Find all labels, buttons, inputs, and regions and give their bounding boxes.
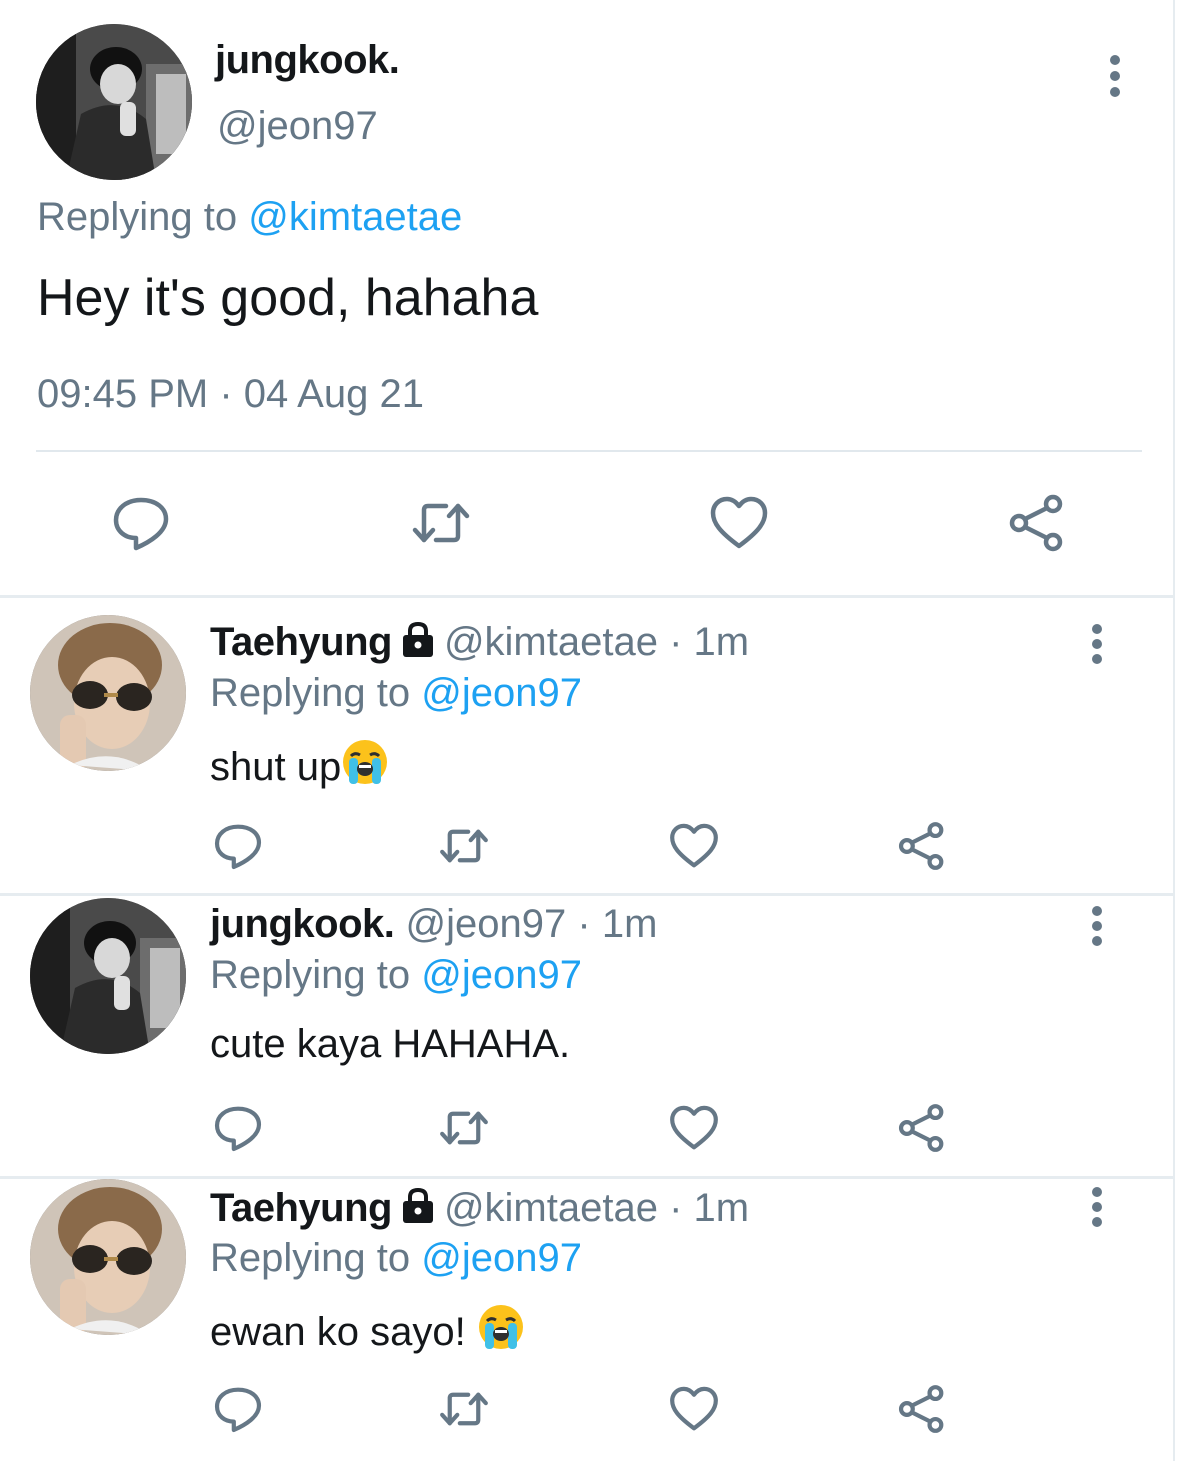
tweet-text: ewan ko sayo! bbox=[210, 1310, 477, 1354]
divider bbox=[36, 450, 1142, 452]
replying-to-mention[interactable]: @jeon97 bbox=[421, 671, 582, 715]
separator-dot: · bbox=[669, 620, 683, 664]
replying-to-mention[interactable]: @kimtaetae bbox=[248, 195, 462, 239]
reply-time[interactable]: 1m bbox=[694, 620, 750, 664]
display-name[interactable]: Taehyung bbox=[210, 620, 392, 664]
like-icon[interactable] bbox=[708, 492, 770, 554]
like-icon[interactable] bbox=[668, 820, 720, 872]
main-tweet: jungkook. @jeon97 Replying to @kimtaetae… bbox=[0, 0, 1179, 596]
share-icon[interactable] bbox=[896, 1383, 948, 1435]
reply-time[interactable]: 1m bbox=[602, 902, 658, 946]
more-options-icon[interactable] bbox=[1082, 904, 1112, 948]
reply-header: Taehyung @kimtaetae · 1m bbox=[210, 1186, 749, 1231]
reply-tweet[interactable]: Taehyung @kimtaetae · 1m Replying to @jeo… bbox=[0, 598, 1175, 893]
replying-to-prefix: Replying to bbox=[210, 671, 411, 715]
retweet-icon[interactable] bbox=[438, 1383, 490, 1435]
retweet-icon[interactable] bbox=[438, 1102, 490, 1154]
user-handle[interactable]: @jeon97 bbox=[406, 902, 567, 946]
display-name[interactable]: Taehyung bbox=[210, 1186, 392, 1230]
user-handle[interactable]: @jeon97 bbox=[217, 104, 378, 149]
tweet-text: Hey it's good, hahaha bbox=[37, 269, 539, 327]
avatar[interactable] bbox=[30, 898, 186, 1054]
reply-tweet[interactable]: jungkook. @jeon97 · 1m Replying to @jeon… bbox=[0, 896, 1175, 1176]
loudly-crying-face-icon bbox=[477, 1303, 525, 1351]
retweet-icon[interactable] bbox=[438, 820, 490, 872]
replying-to-mention[interactable]: @jeon97 bbox=[421, 953, 582, 997]
like-icon[interactable] bbox=[668, 1102, 720, 1154]
separator-dot: · bbox=[669, 1186, 683, 1230]
display-name[interactable]: jungkook. bbox=[215, 38, 400, 83]
tweet-timestamp[interactable]: 09:45 PM · 04 Aug 21 bbox=[37, 372, 424, 417]
display-name[interactable]: jungkook. bbox=[210, 902, 395, 946]
reply-icon[interactable] bbox=[212, 1102, 264, 1154]
retweet-icon[interactable] bbox=[410, 492, 472, 554]
lock-icon bbox=[398, 621, 438, 657]
tweet-text-container: ewan ko sayo! bbox=[210, 1303, 525, 1355]
tweet-text: cute kaya HAHAHA. bbox=[210, 1022, 571, 1066]
reply-header: jungkook. @jeon97 · 1m bbox=[210, 902, 657, 947]
reply-tweet[interactable]: Taehyung @kimtaetae · 1m Replying to @jeo… bbox=[0, 1179, 1175, 1461]
user-handle[interactable]: @kimtaetae bbox=[444, 1186, 658, 1230]
more-options-icon[interactable] bbox=[1098, 52, 1132, 100]
replying-to: Replying to @jeon97 bbox=[210, 671, 582, 716]
lock-icon bbox=[398, 1187, 438, 1223]
reply-icon[interactable] bbox=[212, 1383, 264, 1435]
replying-to-prefix: Replying to bbox=[37, 195, 238, 239]
tweet-text: shut up bbox=[210, 745, 342, 789]
replying-to: Replying to @kimtaetae bbox=[37, 195, 462, 240]
reply-icon[interactable] bbox=[110, 492, 172, 554]
reply-icon[interactable] bbox=[212, 820, 264, 872]
avatar[interactable] bbox=[30, 1179, 186, 1335]
avatar[interactable] bbox=[36, 24, 192, 180]
like-icon[interactable] bbox=[668, 1383, 720, 1435]
share-icon[interactable] bbox=[896, 820, 948, 872]
more-options-icon[interactable] bbox=[1082, 622, 1112, 666]
replying-to: Replying to @jeon97 bbox=[210, 1236, 582, 1281]
more-options-icon[interactable] bbox=[1082, 1185, 1112, 1229]
replying-to-mention[interactable]: @jeon97 bbox=[421, 1236, 582, 1280]
loudly-crying-face-icon bbox=[341, 738, 389, 786]
tweet-text-container: shut up bbox=[210, 738, 389, 790]
separator-dot: · bbox=[577, 902, 591, 946]
user-handle[interactable]: @kimtaetae bbox=[444, 620, 658, 664]
share-icon[interactable] bbox=[1006, 492, 1068, 554]
reply-time[interactable]: 1m bbox=[694, 1186, 750, 1230]
reply-header: Taehyung @kimtaetae · 1m bbox=[210, 620, 749, 665]
replying-to-prefix: Replying to bbox=[210, 953, 411, 997]
replying-to-prefix: Replying to bbox=[210, 1236, 411, 1280]
replying-to: Replying to @jeon97 bbox=[210, 953, 582, 998]
avatar[interactable] bbox=[30, 615, 186, 771]
share-icon[interactable] bbox=[896, 1102, 948, 1154]
